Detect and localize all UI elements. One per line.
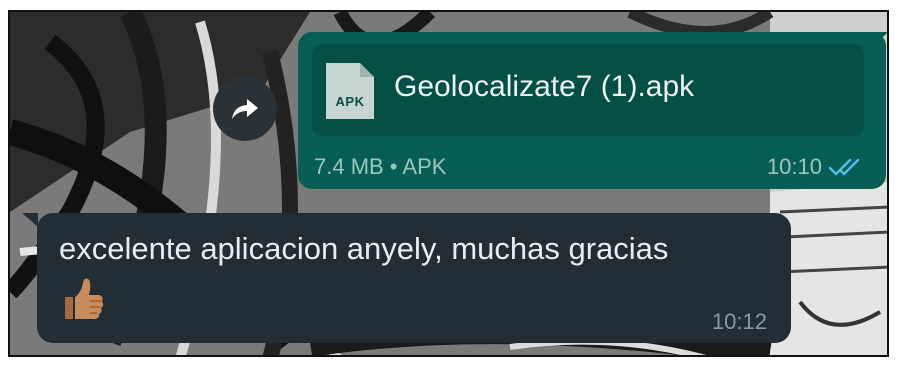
message-text: excelente aplicacion anyely, muchas grac… (59, 231, 669, 266)
file-name: Geolocalizate7 (1).apk (394, 70, 695, 103)
incoming-bubble-tail (22, 213, 38, 227)
forward-button[interactable] (213, 77, 277, 141)
double-check-read-icon (828, 158, 860, 176)
message-time: 10:12 (711, 309, 767, 334)
chat-view: APK Geolocalizate7 (1).apk 7.4 MB • APK … (8, 10, 889, 357)
incoming-message-bubble[interactable]: excelente aplicacion anyely, muchas grac… (37, 213, 791, 343)
file-type-label: APK (335, 94, 365, 109)
file-attachment[interactable]: APK Geolocalizate7 (1).apk (312, 44, 864, 136)
thumbs-up-emoji (65, 278, 104, 319)
forward-arrow-icon (232, 99, 258, 119)
file-apk-icon: APK (326, 63, 374, 119)
file-meta: 7.4 MB • APK (314, 154, 447, 179)
message-time: 10:10 (766, 154, 822, 179)
outgoing-message-bubble[interactable]: APK Geolocalizate7 (1).apk 7.4 MB • APK … (298, 32, 886, 189)
